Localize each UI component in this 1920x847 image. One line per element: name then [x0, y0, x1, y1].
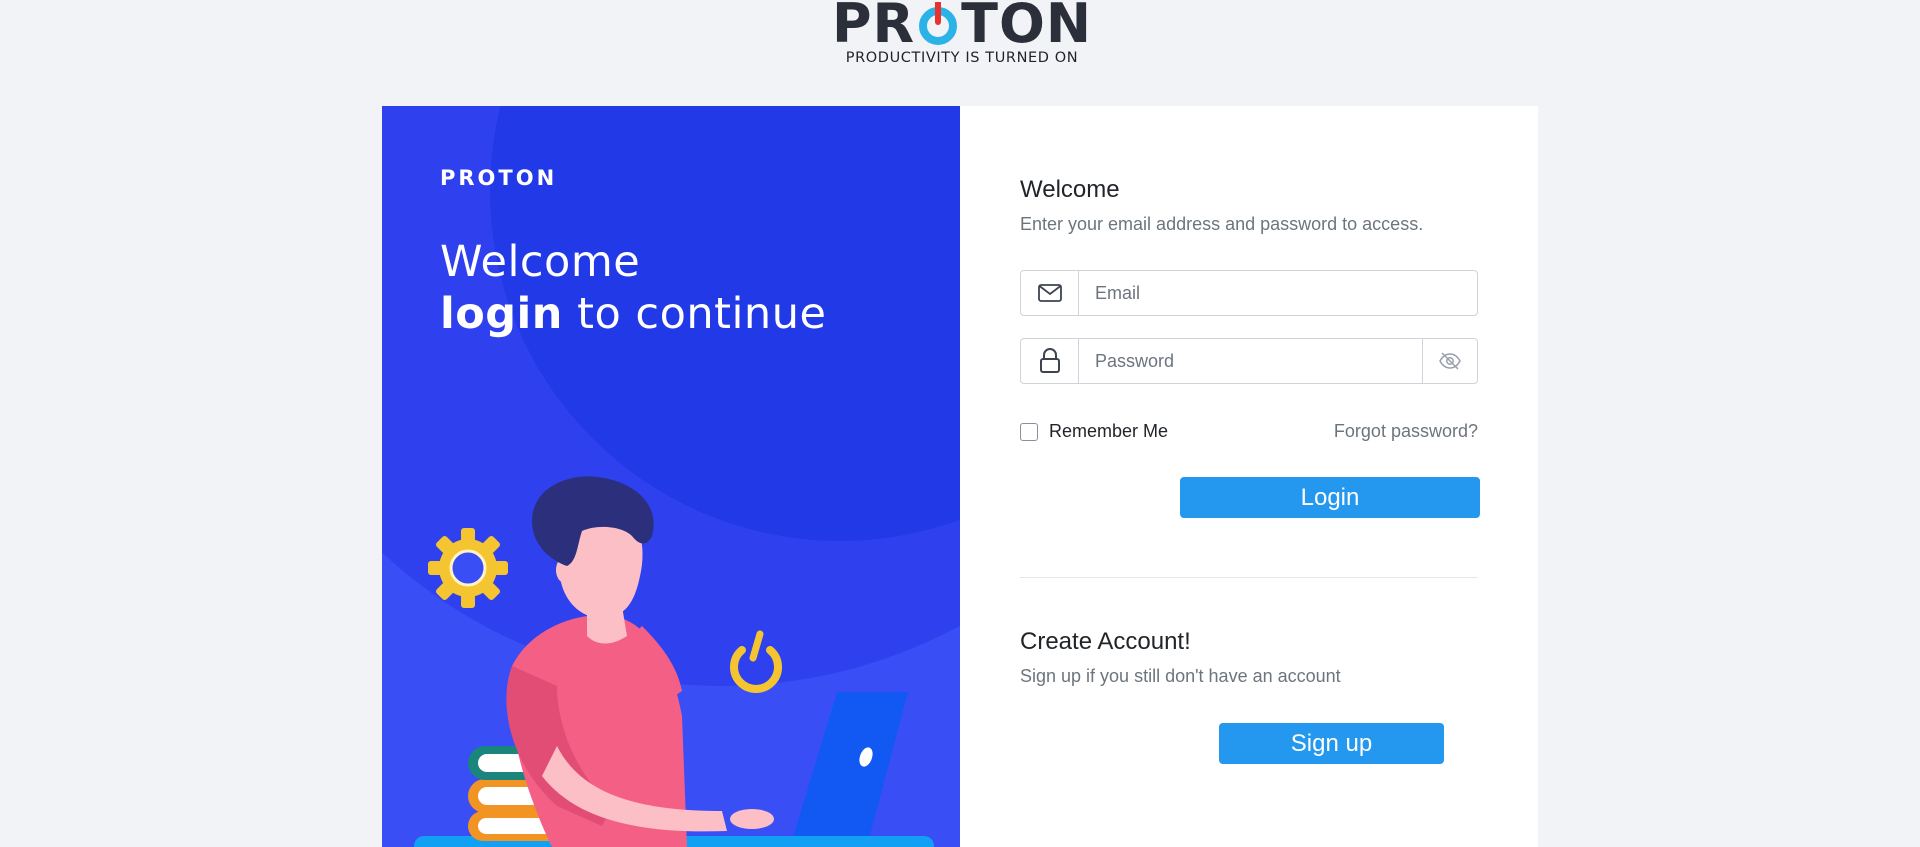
email-field[interactable] — [1079, 271, 1477, 315]
eye-slash-icon[interactable] — [1422, 339, 1477, 383]
login-card: PROTON Welcome login to continue Welcome… — [382, 106, 1538, 847]
lock-icon — [1021, 339, 1079, 383]
login-button[interactable]: Login — [1180, 477, 1480, 518]
password-field[interactable] — [1079, 339, 1422, 383]
gear-icon — [428, 528, 508, 608]
remember-me[interactable]: Remember Me — [1020, 421, 1168, 442]
forgot-password-link[interactable]: Forgot password? — [1334, 421, 1478, 442]
welcome-title: Welcome — [1020, 176, 1120, 203]
divider — [1020, 577, 1478, 578]
proton-logo: PR TON PRODUCTIVITY IS TURNED ON — [832, 0, 1092, 70]
logo-wordmark: PR TON — [831, 0, 1093, 55]
form-panel: Welcome Enter your email address and pas… — [960, 106, 1538, 847]
logo-text-left: PR — [831, 0, 916, 55]
hero-panel: PROTON Welcome login to continue — [382, 106, 960, 847]
create-account-title: Create Account! — [1020, 628, 1191, 655]
signup-button[interactable]: Sign up — [1219, 723, 1444, 764]
remember-me-checkbox[interactable] — [1020, 422, 1038, 441]
person-laptop-illustration — [414, 476, 934, 847]
envelope-icon — [1021, 271, 1079, 315]
power-o-icon — [916, 0, 960, 46]
logo-tagline: PRODUCTIVITY IS TURNED ON — [845, 50, 1079, 66]
remember-me-label: Remember Me — [1049, 421, 1169, 441]
create-account-subtitle: Sign up if you still don't have an accou… — [1020, 666, 1341, 686]
power-icon — [730, 630, 782, 693]
welcome-subtitle: Enter your email address and password to… — [1020, 214, 1424, 234]
password-input-group — [1020, 338, 1478, 384]
email-input-group — [1020, 270, 1478, 316]
laptop-screen — [790, 692, 908, 847]
logo-text-right: TON — [961, 0, 1093, 55]
